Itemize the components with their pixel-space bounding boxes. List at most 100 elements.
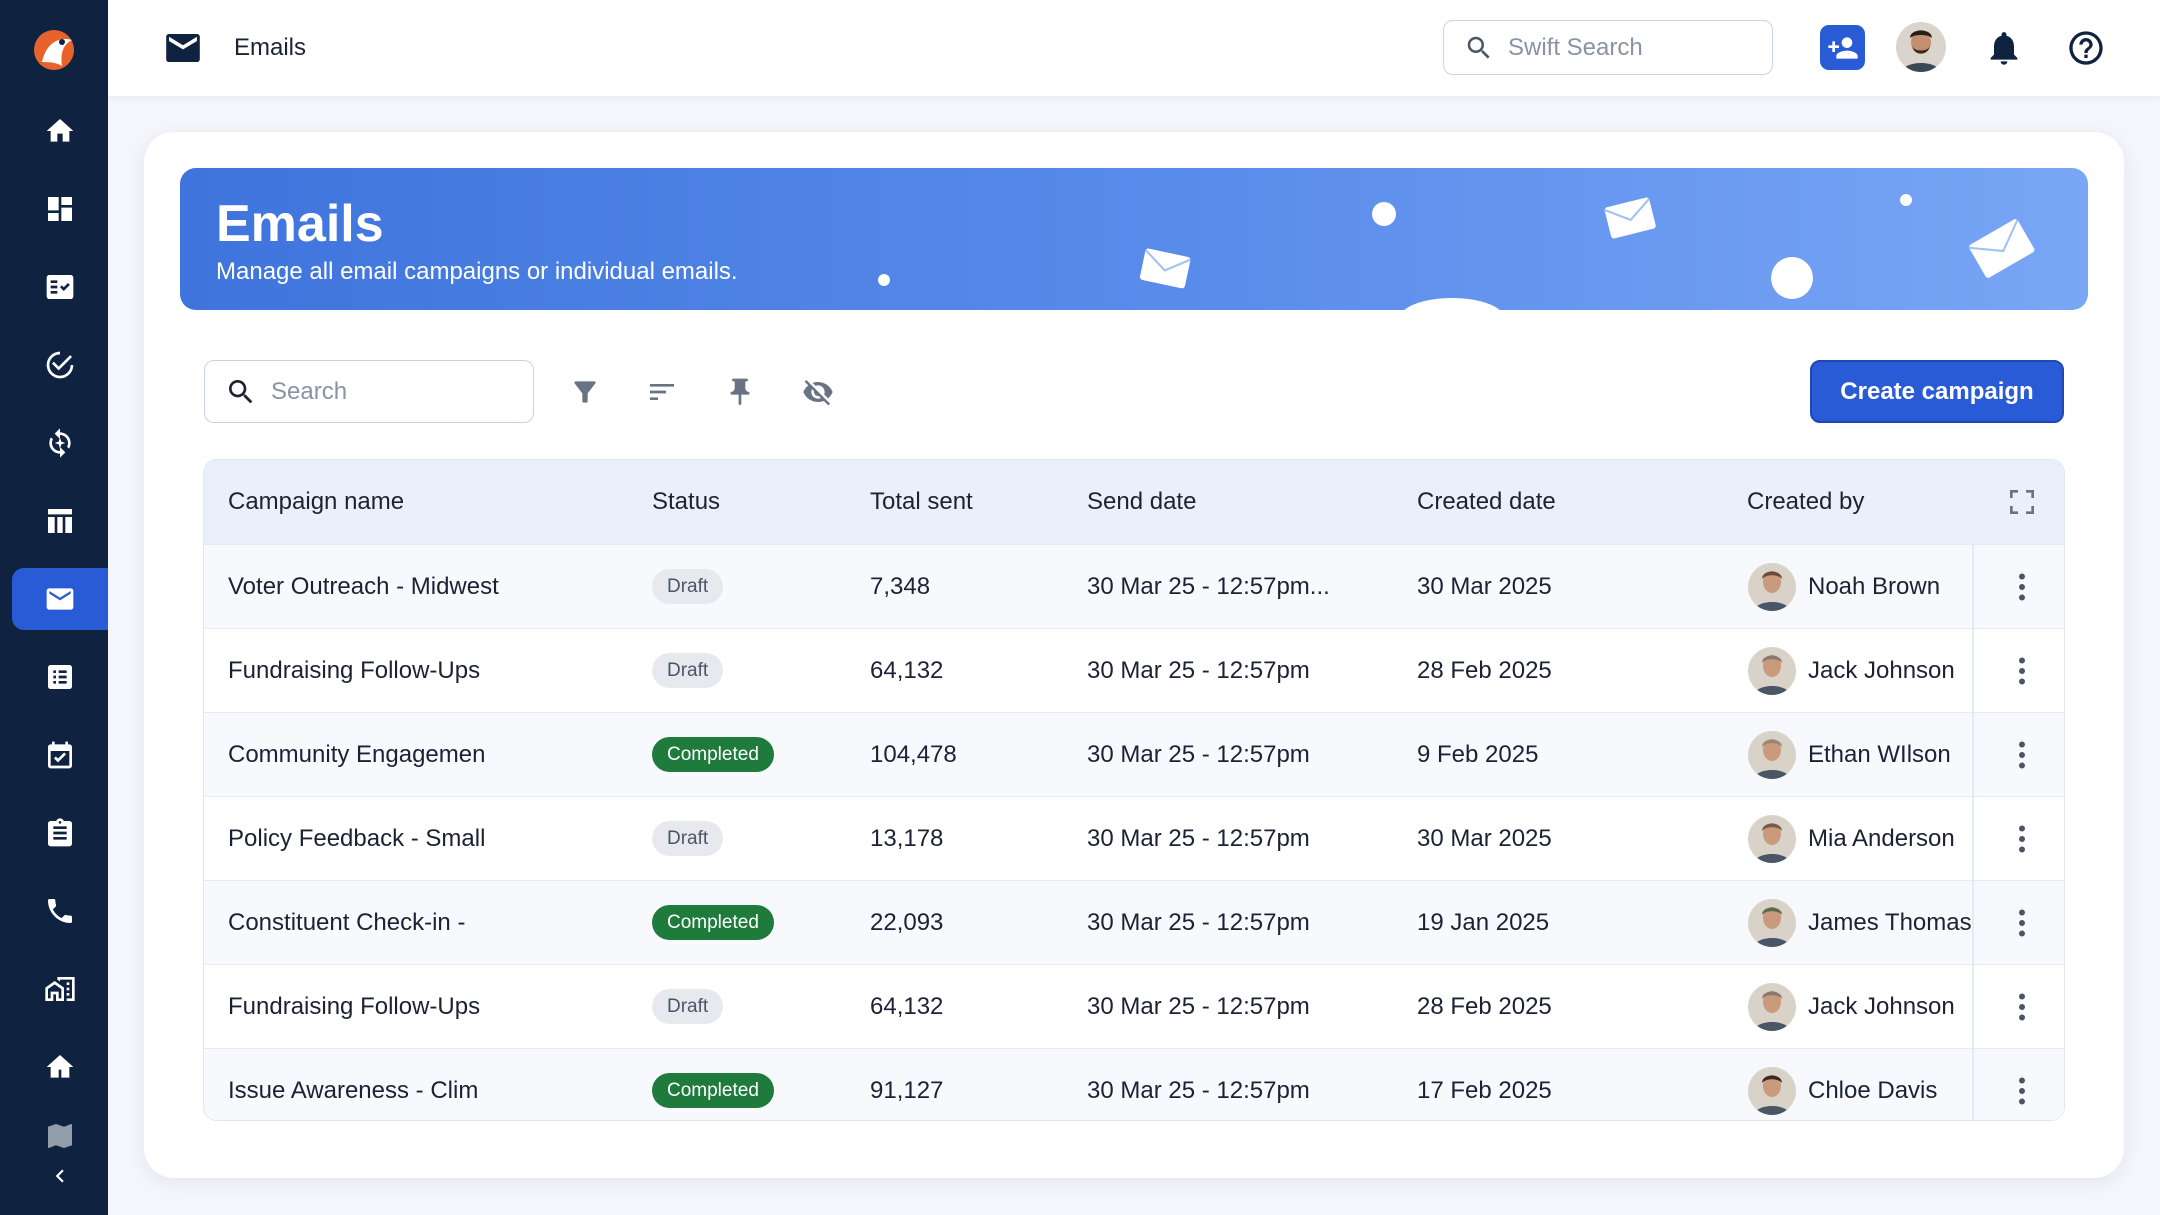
check-circle-icon: [46, 351, 74, 379]
header-send-date[interactable]: Send date: [1087, 488, 1196, 516]
send-date: 30 Mar 25 - 12:57pm...: [1087, 573, 1330, 600]
more-options-icon[interactable]: [2004, 569, 2040, 605]
chevron-left-icon: [55, 1169, 64, 1183]
sidebar-item-home[interactable]: [12, 100, 108, 162]
table-row[interactable]: Fundraising Follow-Ups Draft 64,132 30 Mar …: [204, 964, 2064, 1049]
sidebar-collapse-button[interactable]: [12, 1156, 108, 1196]
user-avatar[interactable]: [1896, 22, 1946, 72]
mail-icon: [166, 34, 200, 62]
campaigns-table: Campaign name Status Total sent Send dat…: [203, 459, 2065, 1121]
page-title: Emails: [234, 34, 307, 61]
sidebar-item-house[interactable]: [12, 1036, 108, 1098]
swift-search[interactable]: [1443, 20, 1773, 75]
sidebar-item-buildings[interactable]: [12, 958, 108, 1020]
filter-button[interactable]: [565, 372, 605, 412]
mail-icon: [46, 588, 74, 610]
more-options-icon[interactable]: [2004, 737, 2040, 773]
sidebar-item-emails[interactable]: [12, 568, 108, 630]
buildings-icon: [45, 977, 75, 1001]
header-total-sent[interactable]: Total sent: [870, 488, 973, 516]
column-divider: [1972, 545, 1974, 629]
sidebar-item-tasks[interactable]: [12, 256, 108, 318]
sidebar-item-dashboard[interactable]: [12, 178, 108, 240]
expand-icon[interactable]: [2006, 486, 2038, 518]
create-campaign-button[interactable]: Create campaign: [1810, 360, 2064, 423]
campaign-search[interactable]: [204, 360, 534, 423]
send-date: 30 Mar 25 - 12:57pm: [1087, 741, 1310, 768]
more-options-icon[interactable]: [2004, 653, 2040, 689]
more-options-icon[interactable]: [2004, 905, 2040, 941]
table-row[interactable]: Community Engagemen Completed 104,478 30 Ma…: [204, 712, 2064, 797]
total-sent: 13,178: [870, 825, 944, 852]
more-options-icon[interactable]: [2004, 821, 2040, 857]
status-badge: Draft: [652, 989, 724, 1024]
created-by-name: James Thomas: [1808, 909, 1972, 936]
banner-title: Emails: [216, 195, 384, 253]
eye-off-icon: [803, 380, 833, 406]
campaign-name[interactable]: Issue Awareness - Clim: [228, 1077, 478, 1105]
sidebar-item-calendar[interactable]: [12, 724, 108, 786]
list-icon: [48, 665, 72, 689]
clipboard-icon: [48, 818, 72, 847]
table-row[interactable]: Constituent Check-in - Completed 22,093 30 …: [204, 880, 2064, 965]
sidebar-item-map[interactable]: [12, 1112, 108, 1160]
table-row[interactable]: Issue Awareness - Clim Completed 91,127 30 …: [204, 1048, 2064, 1120]
campaign-name[interactable]: Policy Feedback - Small: [228, 825, 485, 853]
campaign-search-input[interactable]: [271, 377, 521, 406]
hero-banner: Emails Manage all email campaigns or ind…: [180, 168, 2088, 310]
sidebar-item-calls[interactable]: [12, 880, 108, 942]
swift-search-input[interactable]: [1508, 33, 1748, 62]
sort-button[interactable]: [642, 372, 682, 412]
hide-button[interactable]: [798, 372, 838, 412]
column-divider: [1972, 713, 1974, 797]
created-date: 17 Feb 2025: [1417, 1077, 1552, 1104]
created-by-name: Ethan WIlson: [1808, 741, 1951, 768]
avatar: [1748, 899, 1796, 947]
status-badge: Draft: [652, 569, 724, 604]
column-divider: [1972, 881, 1974, 965]
table-row[interactable]: Voter Outreach - Midwest Draft 7,348 30 Mar…: [204, 544, 2064, 629]
total-sent: 64,132: [870, 993, 944, 1020]
column-divider: [1972, 797, 1974, 881]
campaign-name[interactable]: Voter Outreach - Midwest: [228, 573, 499, 601]
table-icon: [48, 509, 72, 533]
header-created-date[interactable]: Created date: [1417, 488, 1556, 516]
add-user-button[interactable]: [1820, 25, 1865, 70]
campaign-name[interactable]: Constituent Check-in -: [228, 909, 465, 937]
avatar: [1748, 647, 1796, 695]
pin-button[interactable]: [720, 372, 760, 412]
table-header: Campaign name Status Total sent Send dat…: [204, 460, 2064, 544]
help-icon[interactable]: [2066, 28, 2106, 68]
status-badge: Completed: [652, 737, 774, 772]
banner-decoration: [878, 194, 2035, 310]
avatar: [1748, 983, 1796, 1031]
status-badge: Completed: [652, 905, 774, 940]
created-by-name: Noah Brown: [1808, 573, 1941, 600]
more-options-icon[interactable]: [2004, 1073, 2040, 1109]
notifications-bell-icon[interactable]: [1984, 28, 2024, 68]
map-icon: [48, 1124, 72, 1148]
campaign-name[interactable]: Community Engagemen: [228, 741, 485, 769]
header-campaign-name[interactable]: Campaign name: [228, 488, 404, 516]
created-date: 28 Feb 2025: [1417, 657, 1552, 684]
sidebar-item-ai[interactable]: [12, 412, 108, 474]
header-created-by[interactable]: Created by: [1747, 488, 1864, 516]
created-date: 19 Jan 2025: [1417, 909, 1550, 936]
avatar: [1748, 1067, 1796, 1115]
table-row[interactable]: Fundraising Follow-Ups Draft 64,132 30 Mar …: [204, 628, 2064, 713]
campaign-name[interactable]: Fundraising Follow-Ups: [228, 993, 480, 1021]
created-date: 9 Feb 2025: [1417, 741, 1539, 768]
send-date: 30 Mar 25 - 12:57pm: [1087, 657, 1310, 684]
created-date: 30 Mar 2025: [1417, 573, 1552, 600]
avatar: [1748, 815, 1796, 863]
campaign-name[interactable]: Fundraising Follow-Ups: [228, 657, 480, 685]
header-status[interactable]: Status: [652, 488, 720, 516]
more-options-icon[interactable]: [2004, 989, 2040, 1025]
sidebar-item-clipboard[interactable]: [12, 802, 108, 864]
sidebar-item-tables[interactable]: [12, 490, 108, 552]
sidebar-item-approvals[interactable]: [12, 334, 108, 396]
sidebar-item-lists[interactable]: [12, 646, 108, 708]
table-row[interactable]: Policy Feedback - Small Draft 13,178 30 Mar…: [204, 796, 2064, 881]
house-icon: [46, 1055, 74, 1078]
created-by-name: Chloe Davis: [1808, 1077, 1938, 1104]
